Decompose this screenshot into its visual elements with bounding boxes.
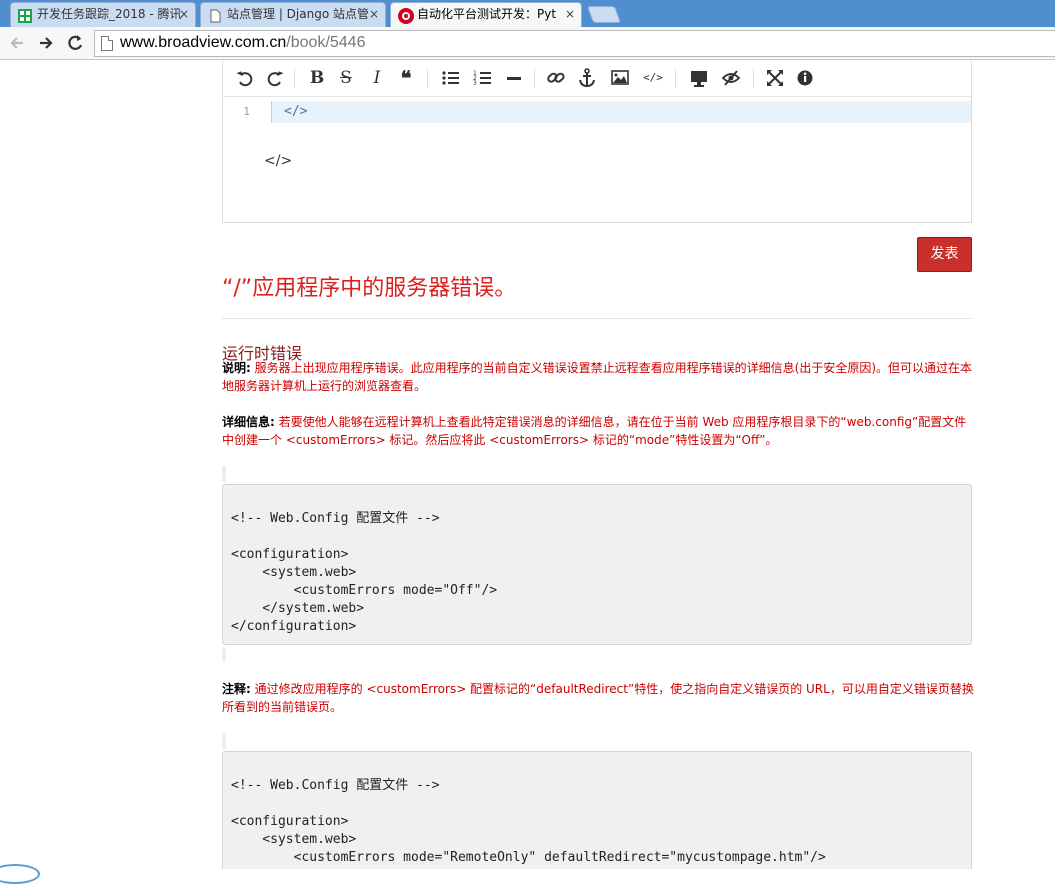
svg-text:3: 3 [473,80,477,87]
tab-automation-platform[interactable]: 自动化平台测试开发：Pyt × [390,2,582,27]
divider [222,318,972,319]
quote-icon[interactable]: ❝ [395,67,417,89]
toolbar-divider [534,69,535,88]
tab-django-admin[interactable]: 站点管理 | Django 站点管 × [200,2,386,27]
italic-icon[interactable]: I [366,67,388,89]
note-label: 注释: [222,682,251,696]
tab-title: 自动化平台测试开发：Pyt [417,7,557,21]
line-number: 1 [243,105,250,118]
reload-icon[interactable] [63,31,87,55]
strikethrough-icon[interactable]: S [335,67,357,89]
toolbar-divider [675,69,676,88]
config-code-block: <!-- Web.Config 配置文件 --> <configuration>… [222,751,972,869]
spreadsheet-icon [18,8,32,23]
tab-task-tracking[interactable]: 开发任务跟踪_2018 - 腾讯 × [10,2,196,27]
info-icon[interactable] [794,67,816,89]
error-note: 注释: 通过修改应用程序的 <customErrors> 配置标记的“defau… [222,680,974,716]
editor-code-line[interactable]: 1 </> [223,101,971,123]
url-path: /book/5446 [286,34,366,51]
page-content: B S I ❝ 123 </> 1 </> </> 发表 “/”应用程序中的服务… [0,61,1055,869]
note-text: 通过修改应用程序的 <customErrors> 配置标记的“defaultRe… [222,682,974,714]
publish-button[interactable]: 发表 [917,237,972,272]
page-info-icon[interactable] [101,36,113,51]
config-code-block: <!-- Web.Config 配置文件 --> <configuration>… [222,484,972,645]
toolbar-divider [427,69,428,88]
ordered-list-icon[interactable]: 123 [472,67,494,89]
error-details: 详细信息: 若要使他人能够在远程计算机上查看此特定错误消息的详细信息，请在位于当… [222,413,974,449]
forward-icon[interactable] [34,31,58,55]
close-icon[interactable]: × [369,3,379,26]
code-icon[interactable]: </> [642,67,664,89]
tab-strip: 开发任务跟踪_2018 - 腾讯 × 站点管理 | Django 站点管 × 自… [0,0,1055,27]
close-icon[interactable]: × [565,3,575,26]
url-host: www.broadview.com.cn [120,34,287,51]
page-icon [208,8,222,23]
undo-icon[interactable] [234,67,256,89]
anchor-icon[interactable] [576,67,598,89]
address-bar[interactable]: www.broadview.com.cn/book/5446 [94,30,1055,57]
error-title: “/”应用程序中的服务器错误。 [222,276,517,301]
editor-toolbar: B S I ❝ 123 </> [223,61,971,97]
close-icon[interactable]: × [179,3,189,26]
site-logo-icon [398,8,414,24]
bold-icon[interactable]: B [306,67,328,89]
error-description: 说明: 服务器上出现应用程序错误。此应用程序的当前自定义错误设置禁止远程查看应用… [222,359,974,395]
hide-preview-icon[interactable] [720,67,742,89]
quote-bar [222,733,226,749]
horizontal-rule-icon[interactable] [503,67,525,89]
url-text: www.broadview.com.cn/book/5446 [120,34,365,52]
floating-widget[interactable] [0,864,40,884]
redo-icon[interactable] [264,67,286,89]
preview-monitor-icon[interactable] [688,67,710,89]
back-icon[interactable] [5,31,29,55]
quote-bar [222,647,226,661]
quote-bar [222,466,226,482]
image-icon[interactable] [609,67,631,89]
tab-title: 站点管理 | Django 站点管 [227,7,369,21]
details-text: 若要使他人能够在远程计算机上查看此特定错误消息的详细信息，请在位于当前 Web … [222,415,967,447]
toolbar-divider [294,69,295,88]
unordered-list-icon[interactable] [440,67,462,89]
code-input[interactable]: </> [271,101,971,123]
editor-preview: </> [264,153,293,169]
tab-title: 开发任务跟踪_2018 - 腾讯 [37,7,182,21]
new-tab-button[interactable] [586,6,622,23]
link-icon[interactable] [545,67,567,89]
description-text: 服务器上出现应用程序错误。此应用程序的当前自定义错误设置禁止远程查看应用程序错误… [222,361,972,393]
browser-toolbar: www.broadview.com.cn/book/5446 [0,27,1055,60]
details-label: 详细信息: [222,415,275,429]
description-label: 说明: [222,361,251,375]
toolbar-divider [753,69,754,88]
markdown-editor: B S I ❝ 123 </> 1 </> </> [222,61,972,223]
fullscreen-icon[interactable] [764,67,786,89]
